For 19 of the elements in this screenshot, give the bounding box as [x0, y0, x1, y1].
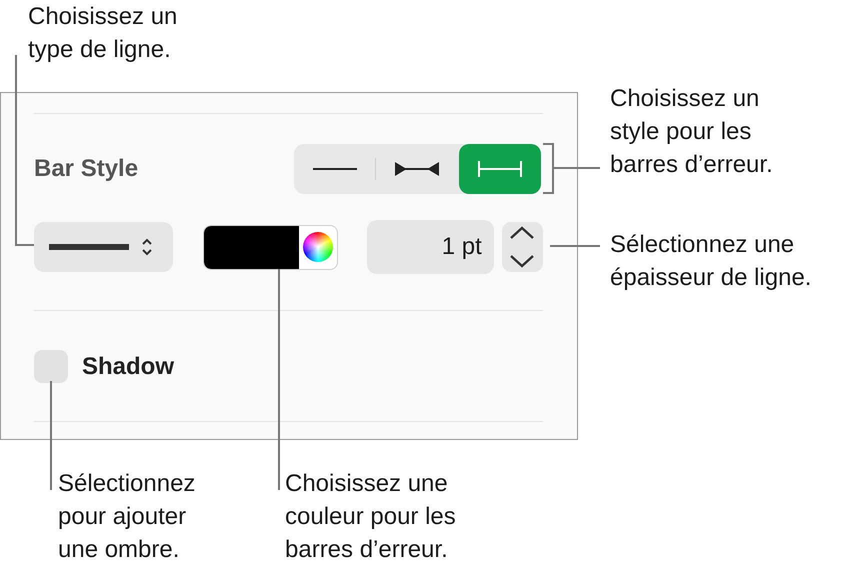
chevron-updown-icon — [141, 237, 154, 257]
callout-text: Choisissez une couleur pour les barres d’erreur. — [285, 469, 456, 565]
line-width-field[interactable]: 1 pt — [366, 220, 494, 274]
line-icon — [313, 167, 358, 171]
stepper-arrows-icon — [509, 226, 536, 268]
stepper[interactable] — [502, 222, 543, 272]
section-label: Bar Style — [34, 155, 138, 183]
callout-text: Choisissez un type de ligne. — [28, 2, 178, 65]
callout-text: Sélectionnez pour ajouter une ombre. — [58, 469, 196, 565]
callout-text: Sélectionnez une épaisseur de ligne. — [610, 230, 812, 293]
capped-line-icon — [478, 161, 522, 177]
shadow-checkbox[interactable] — [34, 350, 68, 383]
color-well[interactable] — [203, 224, 338, 270]
shadow-label: Shadow — [82, 352, 174, 380]
callout-text: Choisissez un style pour les barres d’erreur. — [610, 84, 773, 180]
color-wheel-icon — [302, 232, 333, 262]
bowtie-line-icon — [395, 162, 440, 176]
line-type-dropdown[interactable] — [34, 222, 174, 272]
leader-line — [550, 245, 600, 247]
